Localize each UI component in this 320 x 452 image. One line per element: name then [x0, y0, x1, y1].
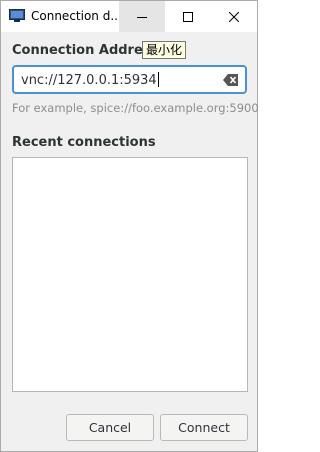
- connection-dialog-window: Connection d... 最小化 Connection Address v…: [0, 0, 259, 452]
- recent-connections-list[interactable]: [12, 157, 248, 392]
- text-caret: [157, 72, 159, 87]
- maximize-button[interactable]: [165, 1, 211, 32]
- monitor-icon: [9, 9, 25, 22]
- clear-text-icon[interactable]: [223, 73, 239, 87]
- title-bar[interactable]: Connection d...: [1, 1, 257, 32]
- minimize-button[interactable]: [119, 1, 165, 32]
- recent-connections-label: Recent connections: [12, 135, 156, 150]
- address-value: vnc://127.0.0.1:5934: [21, 72, 159, 88]
- address-hint: For example, spice://foo.example.org:590…: [12, 101, 259, 115]
- connect-button[interactable]: Connect: [160, 414, 248, 441]
- maximize-icon: [183, 11, 193, 22]
- cancel-button[interactable]: Cancel: [66, 414, 154, 441]
- minimize-icon: [137, 16, 147, 18]
- close-icon: [229, 11, 239, 22]
- connection-address-input[interactable]: vnc://127.0.0.1:5934: [12, 65, 247, 94]
- window-title: Connection d...: [31, 9, 122, 23]
- minimize-tooltip: 最小化: [142, 41, 187, 59]
- connection-address-label: Connection Address: [12, 43, 159, 58]
- close-button[interactable]: [211, 1, 257, 32]
